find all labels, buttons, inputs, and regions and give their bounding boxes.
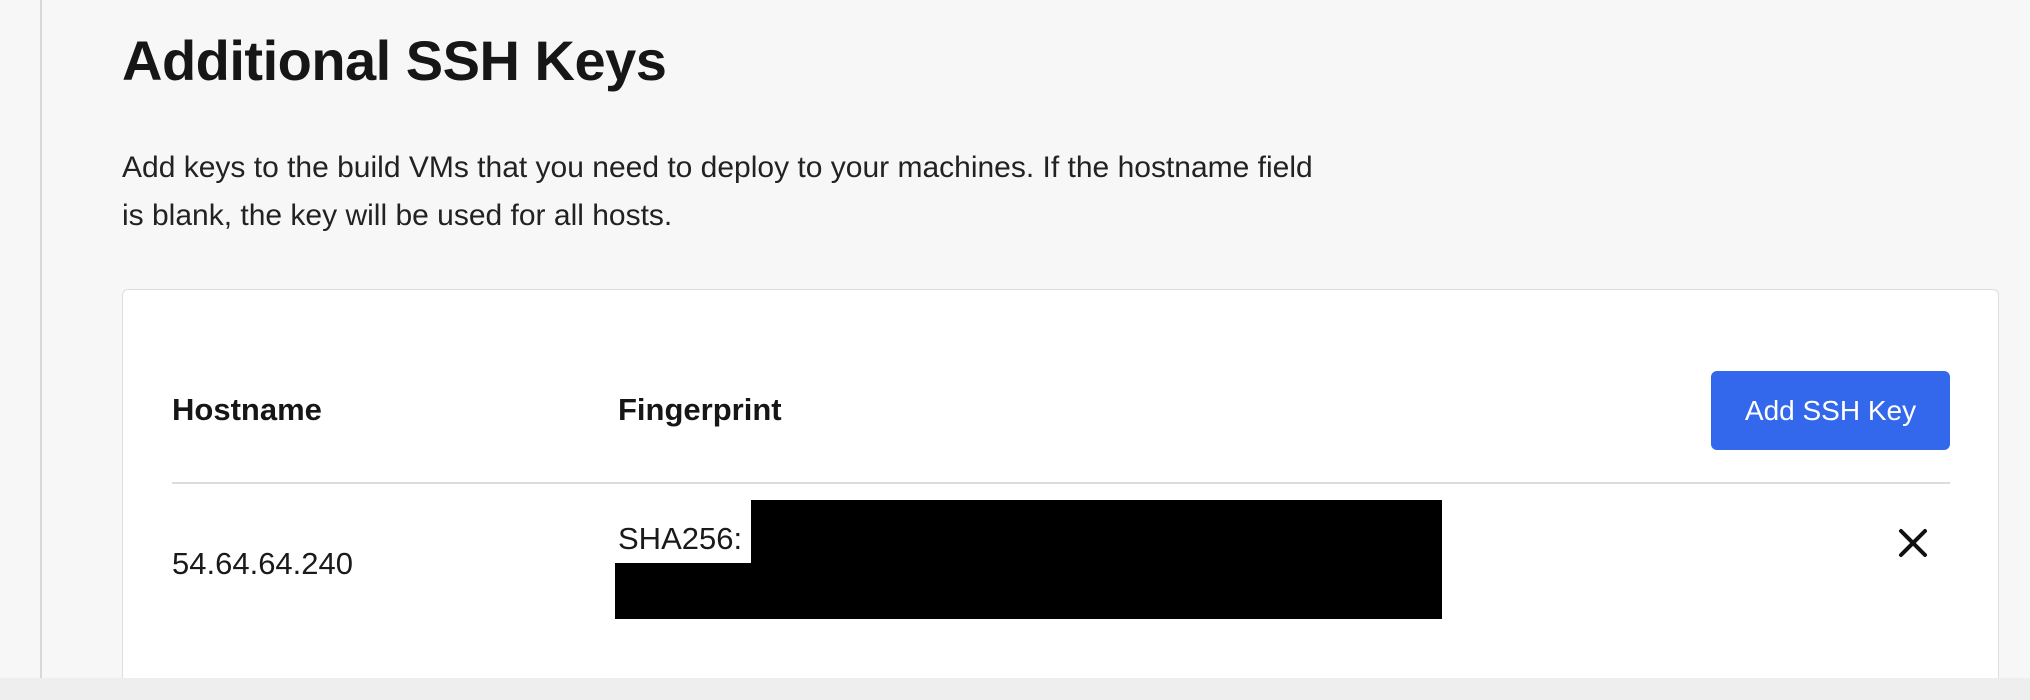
fingerprint-redaction-line-2 bbox=[615, 563, 1442, 619]
row-hostname: 54.64.64.240 bbox=[172, 546, 354, 581]
close-icon bbox=[1899, 529, 1927, 557]
table-header-divider bbox=[172, 482, 1950, 484]
page: Additional SSH Keys Add keys to the buil… bbox=[0, 0, 2030, 700]
add-ssh-key-button[interactable]: Add SSH Key bbox=[1711, 371, 1950, 450]
column-header-fingerprint: Fingerprint bbox=[618, 392, 782, 427]
column-header-hostname: Hostname bbox=[172, 392, 322, 427]
page-title: Additional SSH Keys bbox=[122, 29, 667, 92]
page-bottom-edge bbox=[0, 678, 2030, 700]
section-description: Add keys to the build VMs that you need … bbox=[122, 151, 1313, 232]
ssh-keys-card bbox=[122, 289, 1999, 693]
sidebar-divider bbox=[40, 0, 42, 678]
fingerprint-redaction bbox=[751, 500, 1442, 564]
delete-key-button[interactable] bbox=[1893, 523, 1933, 563]
row-fingerprint-prefix: SHA256: bbox=[618, 521, 743, 556]
